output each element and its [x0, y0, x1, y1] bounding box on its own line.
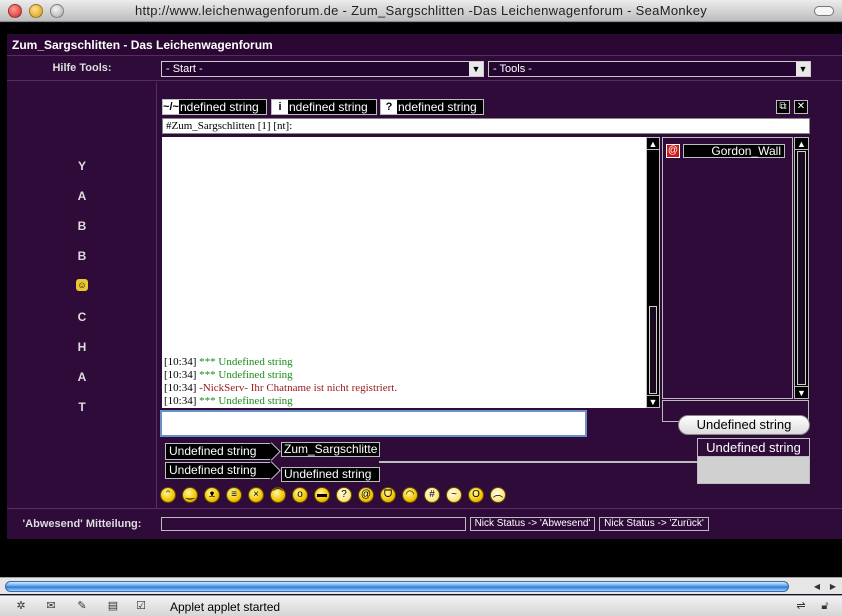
mail-icon[interactable]: ✉	[42, 599, 60, 613]
start-select[interactable]: - Start - ▼	[161, 61, 484, 77]
chat-scrollbar[interactable]: ▲ ▼	[646, 137, 660, 408]
smiley-angry-icon[interactable]: ×	[248, 487, 264, 503]
smiley-confused-icon[interactable]: ?	[336, 487, 352, 503]
color-format-icon: ~/~	[163, 100, 179, 114]
channel-arrow-button[interactable]: Undefined string	[165, 443, 271, 460]
smiley-grin-icon[interactable]: ≡	[226, 487, 242, 503]
window-title: http://www.leichenwagenforum.de - Zum_Sa…	[134, 3, 708, 18]
smiley-zipped-icon[interactable]: #	[424, 487, 440, 503]
status-text: Applet applet started	[170, 600, 281, 614]
operator-icon: @	[666, 144, 680, 158]
vertical-letter: Y	[77, 159, 86, 173]
scroll-right-icon[interactable]: ▶	[826, 580, 840, 593]
nick-name-field[interactable]: Undefined string	[281, 467, 380, 482]
send-button[interactable]: Undefined string	[678, 415, 810, 435]
smiley-blush-icon[interactable]: ◠	[402, 487, 418, 503]
chat-line: [10:34] *** Undefined string	[164, 395, 293, 407]
set-away-button[interactable]: Nick Status -> 'Abwesend'	[470, 517, 595, 531]
smiley-surprised-icon[interactable]: o	[292, 487, 308, 503]
vertical-letters-column: Y A B B ☺ C H A T	[7, 82, 157, 508]
window-titlebar: http://www.leichenwagenforum.de - Zum_Sa…	[0, 0, 842, 22]
help-button[interactable]: ? ndefined string	[380, 99, 484, 115]
horizontal-scrollbar[interactable]: ◀ ▶	[0, 577, 842, 594]
scroll-up-icon[interactable]: ▲	[647, 138, 659, 150]
page-content: Zum_Sargschlitten - Das Leichenwagenforu…	[0, 23, 842, 577]
security-lock-icon: 🔓︎	[821, 600, 829, 612]
address-book-icon[interactable]: ▤	[104, 599, 122, 613]
chevron-down-icon: ▼	[469, 62, 483, 76]
close-channel-button[interactable]: ✕	[794, 100, 808, 114]
user-name: Gordon_Wall	[683, 144, 785, 158]
smiley-smile-icon[interactable]: ᵔ	[160, 487, 176, 503]
away-message-input[interactable]	[161, 517, 466, 531]
vertical-letter: B	[77, 219, 87, 233]
color-format-label: ndefined string	[180, 100, 259, 114]
smiley-cool-icon[interactable]: ▬	[314, 487, 330, 503]
nick-arrow-button[interactable]: Undefined string	[165, 462, 271, 479]
user-list: @ Gordon_Wall	[662, 137, 793, 399]
chat-log: [10:34] *** Undefined string [10:34] ***…	[162, 137, 646, 408]
tools-label: Hilfe Tools:	[52, 62, 112, 74]
smiley-tongue-icon[interactable]: ᴥ	[204, 487, 220, 503]
vertical-letter: H	[77, 340, 87, 354]
smiley-laugh-icon[interactable]: ᗜ	[380, 487, 396, 503]
smiley-wink-icon[interactable]: ‿	[182, 487, 198, 503]
scroll-left-icon[interactable]: ◀	[810, 580, 824, 593]
scroll-up-icon[interactable]: ▲	[795, 138, 808, 150]
tools-select[interactable]: - Tools - ▼	[488, 61, 811, 77]
start-select-value: - Start -	[166, 63, 203, 75]
page-title: Zum_Sargschlitten - Das Leichenwagenforu…	[12, 38, 273, 52]
user-list-scrollbar[interactable]: ▲ ▼	[794, 137, 809, 399]
composer-icon[interactable]: ✎	[73, 599, 91, 613]
divider	[379, 461, 699, 463]
vertical-letter: C	[77, 310, 87, 324]
channel-name-field[interactable]: Zum_Sargschlitte	[281, 442, 380, 457]
info-button[interactable]: i ndefined string	[271, 99, 377, 115]
chat-lines: [10:34] *** Undefined string [10:34] ***…	[164, 356, 397, 408]
status-box: Undefined string	[697, 438, 810, 484]
horizontal-scroll-thumb[interactable]	[5, 581, 789, 592]
tools-select-value: - Tools -	[493, 63, 532, 75]
away-message-label: 'Abwesend' Mitteilung:	[22, 518, 142, 530]
smiley-cry-icon[interactable]: ︵	[490, 487, 506, 503]
chat-applet: Zum_Sargschlitten - Das Leichenwagenforu…	[7, 34, 842, 539]
away-row: 'Abwesend' Mitteilung: Nick Status -> 'A…	[7, 508, 842, 539]
vertical-letter: T	[78, 400, 86, 414]
chevron-down-icon: ▼	[796, 62, 810, 76]
chat-line: [10:34] *** Undefined string	[164, 369, 293, 381]
color-format-button[interactable]: ~/~ndefined string	[162, 99, 267, 115]
info-icon: i	[272, 100, 288, 114]
help-label: ndefined string	[398, 100, 477, 114]
toolbar-toggle-button[interactable]	[814, 6, 834, 16]
scroll-down-icon[interactable]: ▼	[647, 395, 659, 407]
info-label: ndefined string	[289, 100, 368, 114]
smiley-worried-icon[interactable]: ~	[446, 487, 462, 503]
vertical-letter: B	[77, 249, 87, 263]
chat-scroll-thumb[interactable]	[649, 306, 657, 394]
vertical-letter: A	[77, 189, 87, 203]
set-back-button[interactable]: Nick Status -> 'Zurück'	[599, 517, 709, 531]
scroll-down-icon[interactable]: ▼	[795, 386, 808, 398]
smiley-sad-icon[interactable]: ⌒	[270, 487, 286, 503]
vertical-letter: A	[77, 370, 87, 384]
applet-header: Zum_Sargschlitten - Das Leichenwagenforu…	[7, 34, 842, 56]
chat-icon[interactable]: ☑	[132, 599, 150, 613]
status-bar: ✲ ✉ ✎ ▤ ☑ Applet applet started ⇌ 🔓︎	[0, 595, 842, 616]
smiley-icon: ☺	[76, 279, 88, 291]
float-window-button[interactable]: ⧉	[776, 100, 790, 114]
channel-topic-bar: #Zum_Sargschlitten [1] [nt]:	[162, 118, 810, 134]
user-scroll-thumb[interactable]	[797, 151, 806, 385]
smiley-shocked-icon[interactable]: O	[468, 487, 484, 503]
user-list-item[interactable]: @ Gordon_Wall	[666, 144, 788, 158]
navigator-icon[interactable]: ✲	[12, 599, 30, 613]
chat-line: [10:34] *** Undefined string	[164, 356, 293, 368]
connection-icon: ⇌	[796, 600, 806, 612]
status-label: Undefined string	[698, 439, 809, 457]
smiley-dizzy-icon[interactable]: @	[358, 487, 374, 503]
message-input[interactable]	[160, 410, 587, 437]
tools-row: Hilfe Tools: - Start - ▼ - Tools - ▼	[7, 57, 842, 81]
help-icon: ?	[381, 100, 397, 114]
chat-line: [10:34] -NickServ- Ihr Chatname ist nich…	[164, 382, 398, 394]
